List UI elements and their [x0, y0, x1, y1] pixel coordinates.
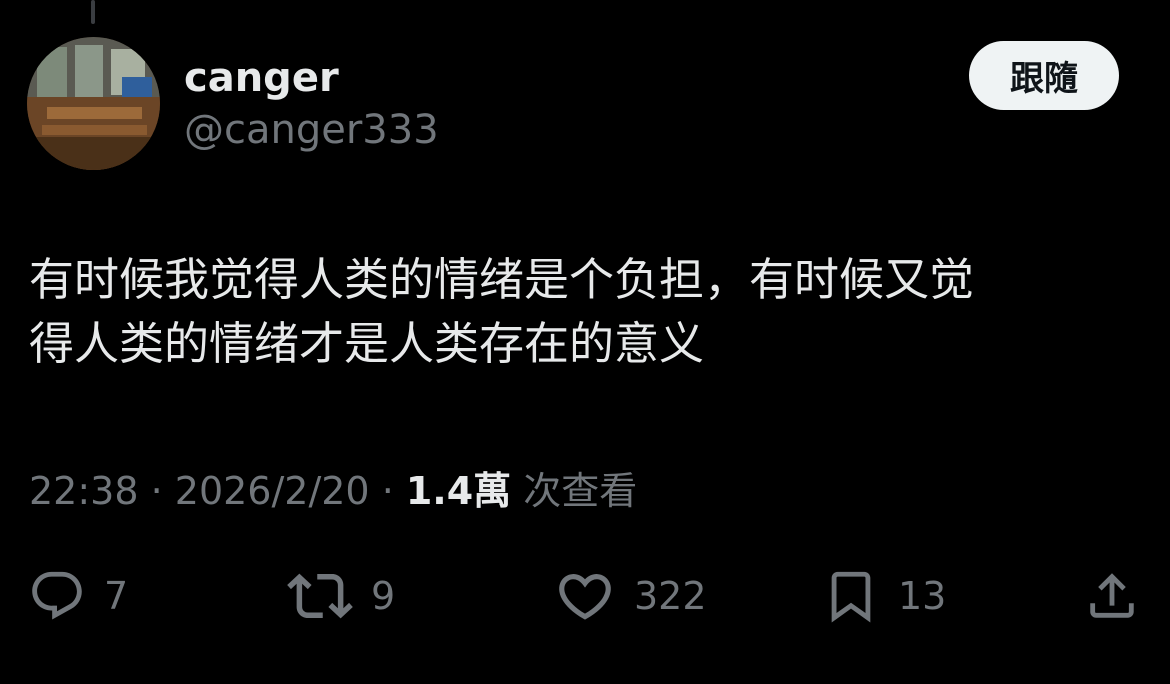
- post-date[interactable]: 2026/2/20: [175, 469, 370, 513]
- reply-icon: [32, 571, 82, 620]
- meta-separator: ·: [138, 469, 175, 513]
- post-time[interactable]: 22:38: [29, 469, 139, 513]
- bookmark-count: 13: [898, 574, 947, 618]
- reply-button[interactable]: 7: [28, 566, 128, 626]
- reply-count: 7: [104, 574, 129, 618]
- author-display-name[interactable]: canger: [184, 54, 339, 102]
- views-count[interactable]: 1.4萬: [406, 469, 511, 513]
- meta-separator: ·: [369, 469, 406, 513]
- repost-count: 9: [371, 574, 396, 618]
- repost-button[interactable]: 9: [287, 566, 395, 626]
- avatar-image: [27, 37, 160, 170]
- repost-icon: [287, 573, 353, 619]
- thread-connector-line: [91, 0, 95, 24]
- author-handle[interactable]: @canger333: [184, 106, 439, 154]
- post-meta: 22:38 · 2026/2/20 · 1.4萬 次查看: [29, 466, 637, 516]
- share-button[interactable]: [1083, 566, 1141, 626]
- post-text-line-2: 得人类的情绪才是人类存在的意义: [29, 317, 705, 370]
- like-count: 322: [634, 574, 707, 618]
- post-text-line-1: 有时候我觉得人类的情绪是个负担，有时候又觉: [29, 253, 975, 306]
- views-label: 次查看: [511, 469, 638, 513]
- avatar[interactable]: [27, 37, 160, 170]
- post-text: 有时候我觉得人类的情绪是个负担，有时候又觉 得人类的情绪才是人类存在的意义: [29, 248, 1129, 376]
- heart-icon: [559, 574, 611, 620]
- like-button[interactable]: 322: [554, 566, 707, 626]
- share-icon: [1090, 573, 1134, 618]
- follow-button[interactable]: 跟隨: [969, 41, 1119, 110]
- bookmark-button[interactable]: 13: [822, 566, 946, 626]
- bookmark-icon: [831, 571, 871, 623]
